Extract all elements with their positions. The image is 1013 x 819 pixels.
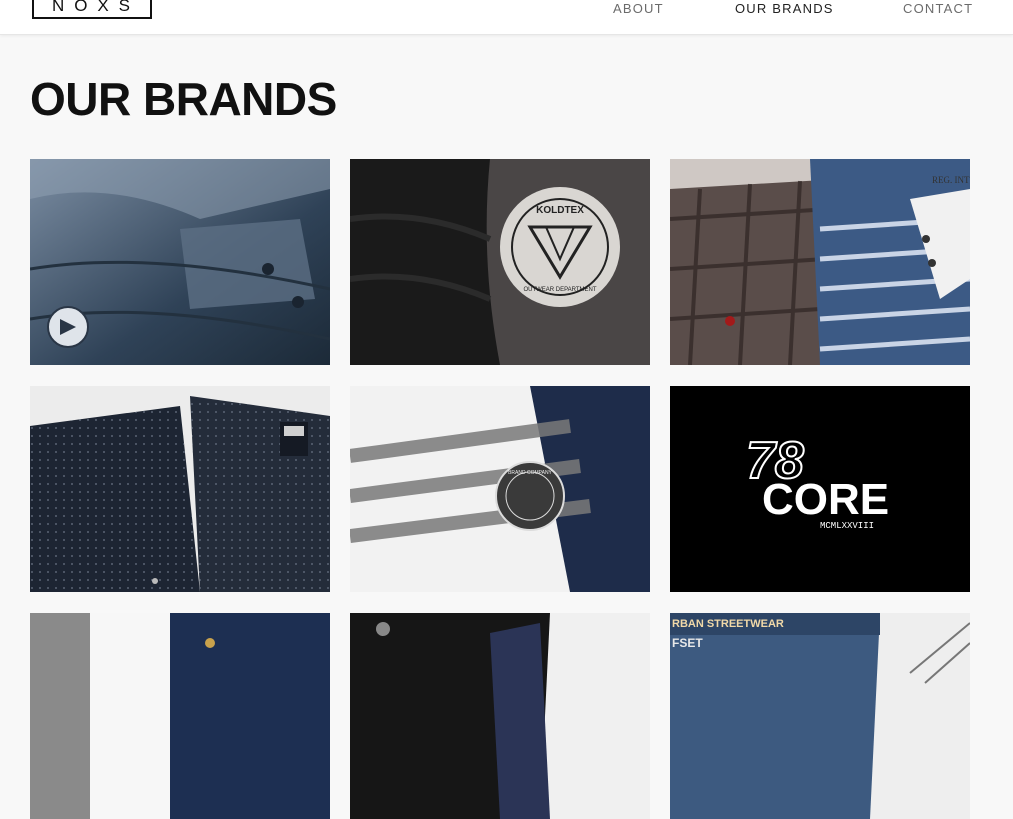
- jacket-badge-image: KOLDTEX OUTWEAR DEPARTMENT: [350, 159, 650, 365]
- brand-tile-3[interactable]: REG. INT: [670, 159, 970, 365]
- dotted-shirts-image: [30, 386, 330, 592]
- site-logo[interactable]: N O X S: [32, 0, 152, 19]
- streetwear-text: RBAN STREETWEAR: [672, 618, 784, 630]
- jacket-image: [30, 159, 330, 365]
- core-text: CORE: [762, 475, 889, 524]
- plaid-shirt-image: REG. INT: [670, 159, 970, 365]
- brand-tile-4[interactable]: [30, 386, 330, 592]
- patterned-denim-image: RBAN STREETWEAR FSET: [670, 613, 970, 819]
- logo-letter: X: [97, 0, 111, 15]
- nav-item-contact[interactable]: CONTACT: [903, 1, 973, 16]
- page-title: OUR BRANDS: [30, 73, 337, 125]
- reg-int-text: REG. INT: [932, 175, 970, 185]
- core-logo-image: 78 CORE MCMLXXVIII: [670, 386, 970, 592]
- logo-letter: N: [51, 0, 67, 15]
- logo-letter: S: [118, 0, 132, 15]
- black-jeans-image: [350, 613, 650, 819]
- brand-tile-6[interactable]: 78 CORE MCMLXXVIII: [670, 386, 970, 592]
- nav-item-about[interactable]: ABOUT: [613, 1, 664, 16]
- core-subtext: MCMLXXVIII: [820, 521, 874, 531]
- brand-company-text: BRAND COMPANY: [508, 470, 552, 476]
- koldtex-subtext: OUTWEAR DEPARTMENT: [523, 287, 596, 293]
- jeans-tee-image: [30, 613, 330, 819]
- brand-tile-9[interactable]: RBAN STREETWEAR FSET: [670, 613, 970, 819]
- brand-tile-8[interactable]: [350, 613, 650, 819]
- nav-item-our-brands[interactable]: OUR BRANDS: [735, 1, 834, 16]
- logo-letter: O: [74, 0, 90, 15]
- site-header: N O X S ABOUT OUR BRANDS CONTACT: [0, 0, 1013, 35]
- brand-tile-2[interactable]: KOLDTEX OUTWEAR DEPARTMENT: [350, 159, 650, 365]
- striped-shirt-image: BRAND COMPANY: [350, 386, 650, 592]
- brand-tile-1[interactable]: [30, 159, 330, 365]
- fset-text: FSET: [672, 636, 703, 650]
- koldtex-logo-text: KOLDTEX: [536, 205, 584, 216]
- brand-tile-5[interactable]: BRAND COMPANY: [350, 386, 650, 592]
- brand-tile-7[interactable]: [30, 613, 330, 819]
